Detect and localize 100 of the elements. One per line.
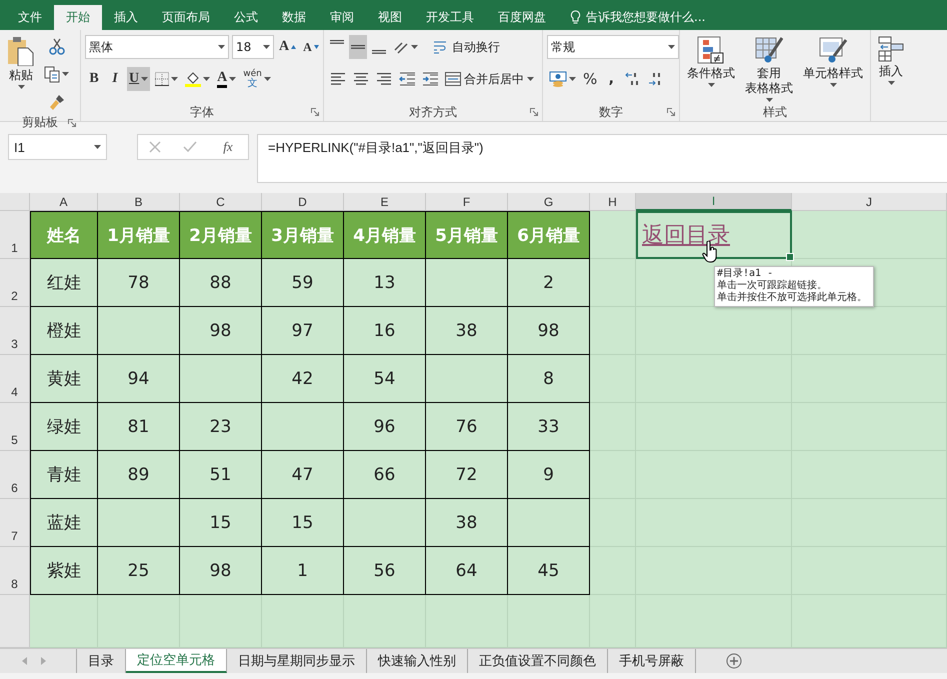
caret-icon — [263, 45, 270, 49]
italic-button[interactable]: I — [106, 67, 124, 91]
row-header[interactable]: 4 — [0, 355, 30, 403]
scroll-left-icon[interactable] — [22, 657, 27, 665]
wrap-text-button[interactable]: 自动换行 — [431, 35, 502, 59]
cell-brush-button[interactable]: 单元格样式 — [800, 34, 866, 104]
ribbon-tab[interactable]: 开始 — [54, 5, 102, 30]
underline-button[interactable]: U — [127, 67, 150, 91]
tooltip-line: 单击并按住不放可选择此单元格。 — [717, 292, 867, 304]
caret-icon — [62, 72, 69, 76]
dialog-launcher-icon[interactable] — [667, 108, 675, 116]
ribbon-tab[interactable]: 页面布局 — [150, 5, 222, 30]
name-box[interactable]: I1 — [8, 134, 107, 160]
table-cell: 红娃 — [30, 259, 98, 307]
insert-button[interactable]: 插入 — [875, 34, 907, 121]
table-cell: 8 — [508, 355, 590, 403]
sheet-tab[interactable]: 定位空单元格 — [126, 649, 227, 673]
empty-cell[interactable] — [262, 403, 344, 451]
column-header[interactable]: C — [180, 193, 262, 211]
conditional-formatting-button[interactable]: 条件格式 — [684, 34, 738, 104]
select-all-button[interactable] — [0, 193, 30, 211]
sheet-tab[interactable]: 目录 — [76, 649, 126, 673]
percent-button[interactable]: % — [581, 67, 600, 91]
empty-cell[interactable] — [344, 499, 426, 547]
insert-function-button[interactable]: fx — [219, 135, 237, 159]
scroll-right-icon[interactable] — [41, 657, 46, 665]
ribbon-tab[interactable]: 审阅 — [318, 5, 366, 30]
column-header[interactable]: I — [636, 193, 792, 211]
row-header[interactable]: 1 — [0, 211, 30, 259]
column-header[interactable]: H — [590, 193, 636, 211]
ribbon-tab[interactable]: 开发工具 — [414, 5, 486, 30]
checkmark-icon[interactable] — [183, 141, 197, 153]
table-cell: 59 — [262, 259, 344, 307]
number-format-dropdown[interactable]: 常规 — [547, 35, 679, 59]
group-label: 剪贴板 — [22, 114, 58, 131]
dialog-launcher-icon[interactable] — [530, 108, 538, 116]
group-label: 对齐方式 — [409, 104, 457, 120]
cancel-icon[interactable] — [149, 141, 161, 153]
empty-cell[interactable] — [426, 259, 508, 307]
header-cell: 2月销量 — [180, 211, 262, 259]
row-header[interactable]: 7 — [0, 499, 30, 547]
empty-cell[interactable] — [98, 307, 180, 355]
ribbon-tab[interactable]: 插入 — [102, 5, 150, 30]
column-header[interactable]: J — [792, 193, 947, 211]
add-sheet-icon[interactable] — [726, 653, 742, 669]
table-cell: 紫娃 — [30, 547, 98, 595]
column-header[interactable]: F — [426, 193, 508, 211]
selected-cell[interactable]: 返回目录 — [636, 211, 792, 259]
row-header[interactable]: 8 — [0, 547, 30, 595]
header-cell: 3月销量 — [262, 211, 344, 259]
align-top-icon — [330, 40, 344, 44]
bold-button[interactable]: B — [85, 67, 103, 91]
empty-cell[interactable] — [508, 499, 590, 547]
merge-center-button[interactable]: 合并后居中 — [443, 67, 536, 91]
font-color-button[interactable]: A — [215, 67, 238, 91]
money-icon — [549, 71, 567, 87]
ribbon-tab[interactable]: 百度网盘 — [486, 5, 558, 30]
ribbon-tab[interactable]: 数据 — [270, 5, 318, 30]
table-cell: 绿娃 — [30, 403, 98, 451]
row-header[interactable]: 5 — [0, 403, 30, 451]
header-cell: 4月销量 — [344, 211, 426, 259]
formula-field[interactable]: =HYPERLINK("#目录!a1","返回目录") — [257, 134, 947, 183]
decrease-font-size-button[interactable]: A — [301, 35, 321, 59]
table-cell: 青娃 — [30, 451, 98, 499]
table-cell: 81 — [98, 403, 180, 451]
comma-style-button[interactable]: , — [602, 67, 620, 91]
table-brush-button[interactable]: 套用 表格格式 — [742, 34, 796, 104]
row-header[interactable]: 2 — [0, 259, 30, 307]
decrease-indent-icon — [399, 72, 415, 86]
ribbon-tab[interactable]: 视图 — [366, 5, 414, 30]
paste-button[interactable]: 粘贴 — [4, 34, 38, 114]
column-header[interactable]: B — [98, 193, 180, 211]
column-header[interactable]: D — [262, 193, 344, 211]
font-size-dropdown[interactable]: 18 — [232, 35, 274, 59]
caret-icon — [411, 45, 418, 49]
phonetic-button[interactable]: wén 文 — [241, 67, 273, 91]
fill-handle[interactable] — [786, 253, 794, 261]
row-header[interactable]: 6 — [0, 451, 30, 499]
dialog-launcher-icon[interactable] — [311, 108, 319, 116]
column-header[interactable]: A — [30, 193, 98, 211]
empty-cell[interactable] — [426, 355, 508, 403]
column-header[interactable]: G — [508, 193, 590, 211]
align-middle-icon — [351, 45, 365, 49]
middle-align-button[interactable] — [349, 35, 367, 59]
empty-cell[interactable] — [180, 355, 262, 403]
column-header[interactable]: E — [344, 193, 426, 211]
increase-font-size-button[interactable]: A — [277, 35, 298, 59]
hyperlink[interactable]: 返回目录 — [642, 220, 730, 250]
empty-cell[interactable] — [98, 499, 180, 547]
font-name-dropdown[interactable]: 黑体 — [85, 35, 229, 59]
row-header[interactable] — [0, 595, 30, 648]
table-cell: 54 — [344, 355, 426, 403]
table-cell: 51 — [180, 451, 262, 499]
tell-me-search[interactable]: 告诉我您想要做什么... — [586, 9, 706, 26]
table-cell: 56 — [344, 547, 426, 595]
dialog-launcher-icon[interactable] — [68, 119, 76, 127]
table-cell: 47 — [262, 451, 344, 499]
ribbon-tab[interactable]: 文件 — [6, 5, 54, 30]
row-header[interactable]: 3 — [0, 307, 30, 355]
ribbon-tab[interactable]: 公式 — [222, 5, 270, 30]
